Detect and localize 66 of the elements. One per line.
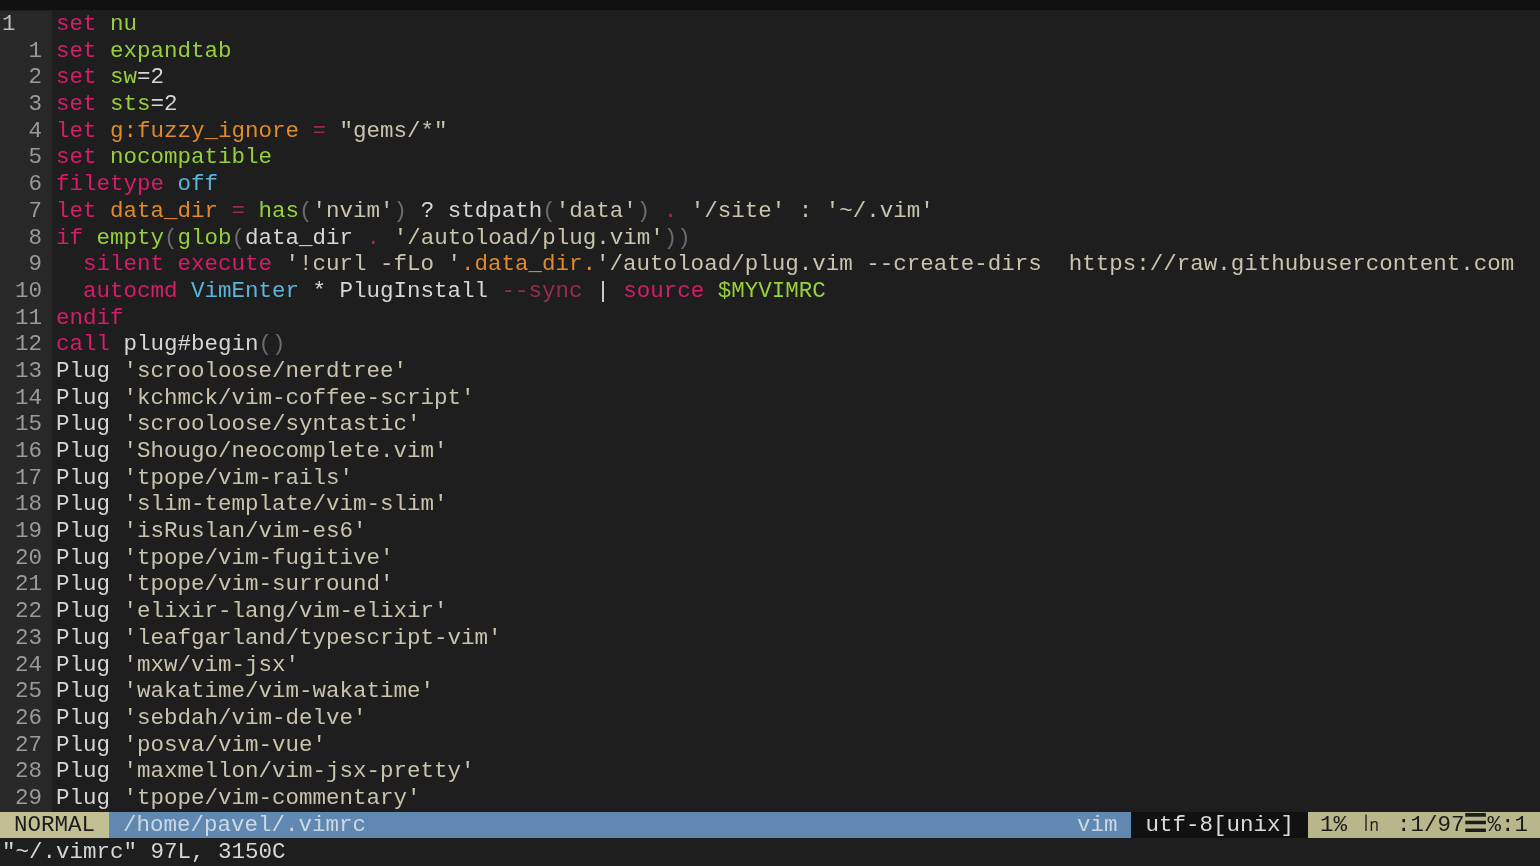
line-number: 3 [0, 91, 52, 118]
code-line: call plug#begin() [55, 331, 286, 358]
line-number: 22 [0, 598, 52, 625]
code-line: Plug 'slim-template/vim-slim' [55, 491, 448, 519]
line-number: 23 [0, 624, 52, 652]
line-number: 21 [0, 571, 52, 599]
code-line: filetype off [55, 171, 219, 198]
code-line: Plug 'posva/vim-vue' [55, 731, 327, 759]
code-line: Plug 'kchmck/vim-coffee-script' [55, 384, 475, 412]
code-line: Plug 'sebdah/vim-delve' [55, 704, 367, 732]
line-number: 20 [0, 544, 52, 572]
line-number: 16 [0, 438, 52, 465]
line-number: 26 [0, 704, 52, 732]
line-number: 8 [0, 224, 52, 252]
line-number: 2 [0, 64, 52, 92]
code-line: Plug 'elixir-lang/vim-elixir' [55, 598, 448, 625]
line-number: 15 [0, 411, 52, 438]
line-number: 28 [0, 758, 52, 785]
line-number: 5 [0, 144, 52, 172]
code-line: set sw=2 [55, 64, 165, 92]
cursor-position: 1% ㏑ :1/97☰%:1 [1307, 812, 1540, 838]
line-number: 7 [0, 197, 52, 225]
code-line: Plug 'tpope/vim-commentary' [55, 784, 421, 812]
code-line: Plug 'isRuslan/vim-es6' [55, 518, 367, 545]
code-line: set sts=2 [55, 91, 178, 118]
code-line: Plug 'Shougo/neocomplete.vim' [55, 438, 448, 465]
line-number: 27 [0, 731, 52, 759]
code-line: silent execute '!curl -fLo '.data_dir.'/autoload/plug.vim --create-dirs https://raw.githubusercontent.com [82, 251, 1515, 278]
line-number: 13 [0, 357, 52, 385]
line-number: 25 [0, 678, 52, 705]
line-number: 14 [0, 384, 52, 412]
line-number: 17 [0, 464, 52, 492]
code-line: set nu [55, 11, 138, 38]
line-number: 9 [0, 251, 52, 278]
code-line: set nocompatible [55, 144, 273, 172]
code-line: Plug 'maxmellon/vim-jsx-pretty' [55, 758, 475, 785]
code-line: Plug 'scrooloose/nerdtree' [55, 357, 408, 385]
file-path: /home/pavel/.vimrc [123, 811, 367, 839]
line-number: 18 [0, 491, 52, 519]
line-number: 1 [0, 11, 52, 38]
line-number: 6 [0, 171, 52, 198]
code-line: Plug 'mxw/vim-jsx' [55, 651, 300, 679]
code-line: Plug 'wakatime/vim-wakatime' [55, 678, 435, 705]
code-line: if empty(glob(data_dir . '/autoload/plug.vim')) [55, 224, 691, 252]
command-line-message: "~/.vimrc" 97L, 3150C [1, 838, 286, 866]
code-line: set expandtab [55, 37, 232, 65]
code-line: Plug 'tpope/vim-fugitive' [55, 544, 394, 572]
line-number: 29 [0, 784, 52, 812]
mode-indicator: NORMAL [0, 812, 109, 838]
line-number: 12 [0, 331, 52, 358]
line-number: 10 [0, 277, 52, 305]
line-number: 24 [0, 651, 52, 679]
code-line: Plug 'tpope/vim-surround' [55, 571, 394, 599]
code-line: Plug 'tpope/vim-rails' [55, 464, 354, 492]
code-line: Plug 'leafgarland/typescript-vim' [55, 624, 502, 652]
line-number: 19 [0, 518, 52, 545]
code-line: let data_dir = has('nvim') ? stdpath('data') . '/site' : '~/.vim' [55, 197, 934, 225]
encoding-label: utf-8[unix] [1131, 812, 1308, 838]
line-number: 11 [0, 304, 52, 332]
code-line: endif [55, 304, 124, 332]
code-line: autocmd VimEnter * PlugInstall --sync | source $MYVIMRC [82, 277, 826, 305]
filetype-label: vim [1076, 811, 1118, 839]
line-number: 1 [0, 37, 52, 65]
code-line: Plug 'scrooloose/syntastic' [55, 411, 421, 438]
line-number: 4 [0, 117, 52, 145]
code-line: let g:fuzzy_ignore = "gems/*" [55, 117, 448, 145]
